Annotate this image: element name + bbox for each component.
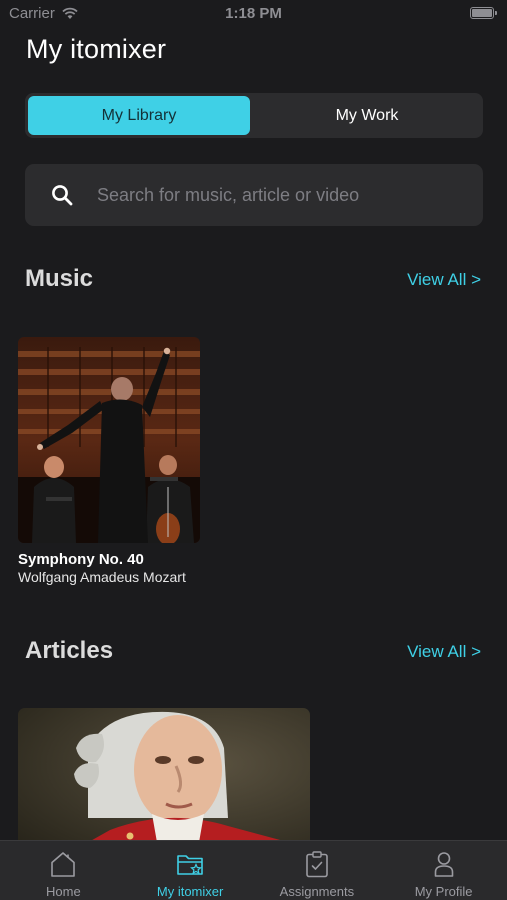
status-bar: Carrier 1:18 PM: [0, 0, 507, 28]
music-view-all-link[interactable]: View All >: [407, 270, 481, 290]
tab-my-itomixer-label: My itomixer: [156, 884, 224, 899]
tab-assignments-label: Assignments: [279, 884, 355, 899]
tab-assignments[interactable]: Assignments: [254, 841, 381, 900]
status-time: 1:18 PM: [225, 5, 282, 22]
articles-section-title: Articles: [25, 637, 114, 664]
tab-home[interactable]: Home: [0, 841, 127, 900]
music-artist: Wolfgang Amadeus Mozart: [18, 569, 186, 585]
folder-star-icon: [177, 855, 203, 875]
battery-icon: [470, 7, 497, 19]
music-section-title: Music: [25, 265, 94, 292]
tab-my-profile-label: My Profile: [414, 884, 473, 899]
clipboard-check-icon: [306, 851, 328, 878]
music-card[interactable]: Symphony No. 40 Wolfgang Amadeus Mozart: [18, 337, 200, 585]
page-title: My itomixer: [26, 34, 167, 64]
article-cover-image: [18, 708, 310, 848]
tab-my-profile[interactable]: My Profile: [380, 841, 507, 900]
music-cover-image: [18, 337, 200, 543]
screen: Carrier 1:18 PM My itomixer My Library M…: [0, 0, 507, 900]
search-input[interactable]: [97, 164, 467, 226]
library-work-segmented-control: My Library My Work: [25, 93, 483, 138]
home-icon: [51, 852, 76, 877]
search-bar: [25, 164, 483, 226]
tab-home-label: Home: [46, 884, 81, 899]
tab-bar: Home My itomixer Assignments My Profile: [0, 840, 507, 900]
segment-my-work[interactable]: My Work: [254, 96, 480, 135]
music-title: Symphony No. 40: [18, 551, 144, 568]
article-card[interactable]: [18, 708, 310, 848]
tab-my-itomixer[interactable]: My itomixer: [127, 841, 254, 900]
segment-my-library[interactable]: My Library: [28, 96, 250, 135]
person-icon: [434, 852, 453, 877]
articles-view-all-link[interactable]: View All >: [407, 642, 481, 662]
search-icon: [52, 185, 73, 206]
